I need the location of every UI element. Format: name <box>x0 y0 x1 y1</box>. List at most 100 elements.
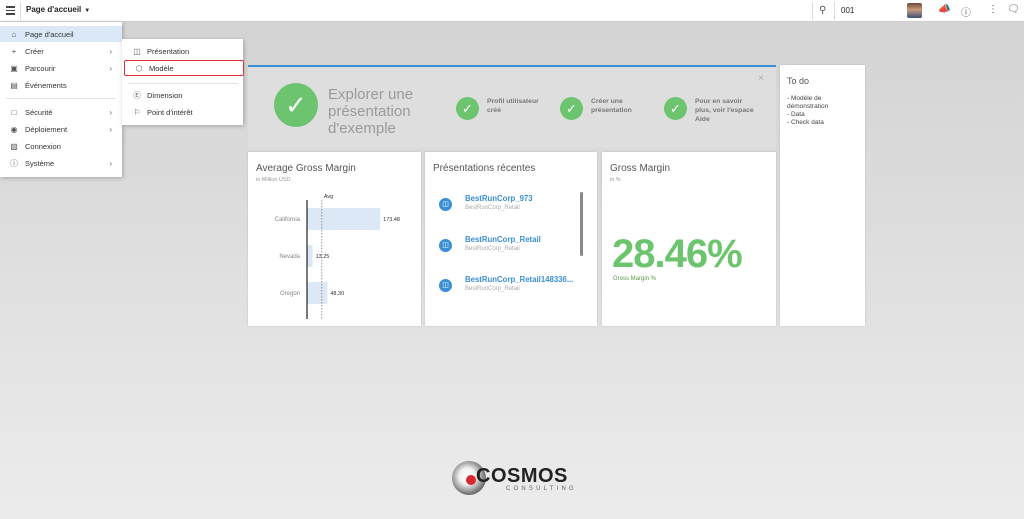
submenu-item-label: Modèle <box>149 63 174 73</box>
help-icon[interactable]: ⓘ <box>961 4 971 19</box>
lock-icon: □ <box>11 107 17 117</box>
chart-category-label: Nevada <box>279 254 300 260</box>
submenu-item-label: Présentation <box>147 46 190 56</box>
menu-item-connection[interactable]: ▧ Connexion <box>0 138 122 154</box>
chart-bar <box>307 282 328 304</box>
presentation-name-link[interactable]: BestRunCorp_Retail <box>465 235 541 244</box>
menu-item-system[interactable]: ⓘ Système › <box>0 155 122 171</box>
todo-list: - Modèle de démonstration - Data - Check… <box>787 95 861 127</box>
chevron-right-icon: › <box>109 124 112 134</box>
kpi-title: Gross Margin <box>610 163 671 174</box>
menu-item-label: Sécurité <box>25 107 53 117</box>
chart-bar <box>307 245 313 267</box>
chevron-right-icon: › <box>109 158 112 168</box>
menu-item-browse[interactable]: ▣ Parcourir › <box>0 60 122 76</box>
presentation-model: BestRunCorp_Retail <box>465 246 520 252</box>
connection-icon: ▧ <box>10 141 18 151</box>
user-avatar[interactable] <box>907 3 922 18</box>
submenu-item-model[interactable]: ⬡ Modèle <box>124 60 244 76</box>
deploy-icon: ◉ <box>10 124 18 134</box>
submenu-divider <box>128 83 238 84</box>
submenu-item-label: Dimension <box>147 90 183 100</box>
recent-title: Présentations récentes <box>433 163 536 174</box>
cosmos-consulting-logo: COSMOS CONSULTING <box>452 459 576 497</box>
recent-presentation-item[interactable]: ◫ BestRunCorp_973 BestRunCorp_Retail <box>439 194 589 222</box>
todo-item: - Data <box>787 111 805 118</box>
todo-item: - Modèle de démonstration <box>787 95 829 110</box>
chevron-right-icon: › <box>109 63 112 73</box>
recent-presentation-item[interactable]: ◫ BestRunCorp_Retail BestRunCorp_Retail <box>439 235 589 263</box>
menu-divider <box>6 98 116 99</box>
info-icon: ⓘ <box>10 158 18 168</box>
page-title-label: Page d'accueil <box>26 5 82 14</box>
more-vertical-icon[interactable]: ⋮ <box>988 4 998 15</box>
topbar-divider <box>20 2 21 20</box>
menu-item-security[interactable]: □ Sécurité › <box>0 104 122 120</box>
bar-chart: California 173.48 Nevada 13.25 Oregon 48.30 Av… <box>275 194 400 319</box>
presentation-icon: ◫ <box>439 239 452 252</box>
todo-item: - Check data <box>787 119 824 126</box>
kpi-label: Gross Margin % <box>613 276 657 282</box>
step-help[interactable]: ✓ Pour en savoir plus, voir l'espace Aid… <box>664 97 757 124</box>
close-icon[interactable]: × <box>758 73 764 84</box>
menu-item-events[interactable]: ▤ Événements <box>0 77 122 93</box>
kpi-value: 28.46% <box>612 232 743 276</box>
presentation-model: BestRunCorp_Retail <box>465 205 520 211</box>
chart-value-label: 13.25 <box>316 254 330 260</box>
create-submenu: ◫ Présentation ⬡ Modèle Ⓔ Dimension ⚐ Po… <box>122 39 244 125</box>
step-label: Créer une présentation <box>591 98 632 114</box>
menu-item-deployment[interactable]: ◉ Déploiement › <box>0 121 122 137</box>
menu-item-label: Connexion <box>25 141 61 151</box>
step-create-presentation[interactable]: ✓ Créer une présentation <box>560 97 653 120</box>
logo-name: COSMOS <box>476 465 568 487</box>
submenu-item-point-of-interest[interactable]: ⚐ Point d'intérêt <box>122 104 243 120</box>
presentation-name-link[interactable]: BestRunCorp_973 <box>465 194 533 203</box>
caret-down-icon: ▼ <box>84 8 91 14</box>
topbar-divider <box>834 2 835 20</box>
menu-item-label: Parcourir <box>25 63 56 73</box>
chart-bar <box>307 208 381 230</box>
search-icon[interactable]: ⚲ <box>819 5 826 16</box>
check-circle-icon: ✓ <box>274 83 318 127</box>
presentation-icon: ◫ <box>439 279 452 292</box>
menu-item-create[interactable]: + Créer › <box>0 43 122 59</box>
chevron-right-icon: › <box>109 46 112 56</box>
navigation-menu: ⌂ Page d'accueil + Créer › ▣ Parcourir ›… <box>0 22 122 177</box>
chart-average-label: Avg <box>324 194 333 200</box>
page-title-dropdown[interactable]: Page d'accueil ▼ <box>26 5 90 14</box>
chart-category-label: Oregon <box>280 291 300 297</box>
chart-category-label: California <box>275 217 301 223</box>
menu-item-label: Page d'accueil <box>25 29 74 39</box>
recent-presentation-item[interactable]: ◫ BestRunCorp_Retail148336... BestRunCor… <box>439 275 589 303</box>
plus-icon: + <box>11 46 17 56</box>
menu-item-label: Déploiement <box>25 124 68 134</box>
explore-banner: ✓ Explorer une présentation d'exemple ✓ … <box>248 65 776 148</box>
presentation-icon: ◫ <box>133 46 141 56</box>
calendar-icon: ▤ <box>10 80 18 90</box>
home-icon: ⌂ <box>11 29 17 39</box>
presentation-name-link[interactable]: BestRunCorp_Retail148336... <box>465 275 573 284</box>
menu-item-label: Système <box>25 158 55 168</box>
search-input[interactable]: 001 <box>841 6 854 15</box>
menu-item-label: Créer <box>25 46 44 56</box>
step-label: Pour en savoir plus, voir l'espace Aide <box>695 98 754 123</box>
todo-title: To do <box>787 76 810 86</box>
submenu-item-presentation[interactable]: ◫ Présentation <box>122 43 243 59</box>
todo-panel: To do - Modèle de démonstration - Data -… <box>780 65 865 326</box>
logo-tagline: CONSULTING <box>506 486 577 492</box>
gross-margin-chart-card[interactable]: Average Gross Margin in Million USD Cali… <box>248 152 421 326</box>
hamburger-menu-icon[interactable] <box>6 6 15 15</box>
megaphone-icon[interactable]: 📣 <box>938 4 950 15</box>
scrollbar[interactable] <box>580 192 583 256</box>
check-circle-icon: ✓ <box>664 97 687 120</box>
step-label: Profil utilisateur créé <box>487 98 539 114</box>
chat-icon[interactable]: 🗨 <box>1007 4 1020 15</box>
explore-title[interactable]: Explorer une présentation d'exemple <box>328 86 438 137</box>
submenu-item-dimension[interactable]: Ⓔ Dimension <box>122 87 243 103</box>
gross-margin-kpi-card[interactable]: Gross Margin in % 28.46% Gross Margin % <box>602 152 776 326</box>
presentation-icon: ◫ <box>439 198 452 211</box>
menu-item-home[interactable]: ⌂ Page d'accueil <box>0 26 122 42</box>
flag-icon: ⚐ <box>133 107 141 117</box>
step-profile[interactable]: ✓ Profil utilisateur créé <box>456 97 549 120</box>
kpi-subtitle: in % <box>610 177 621 183</box>
